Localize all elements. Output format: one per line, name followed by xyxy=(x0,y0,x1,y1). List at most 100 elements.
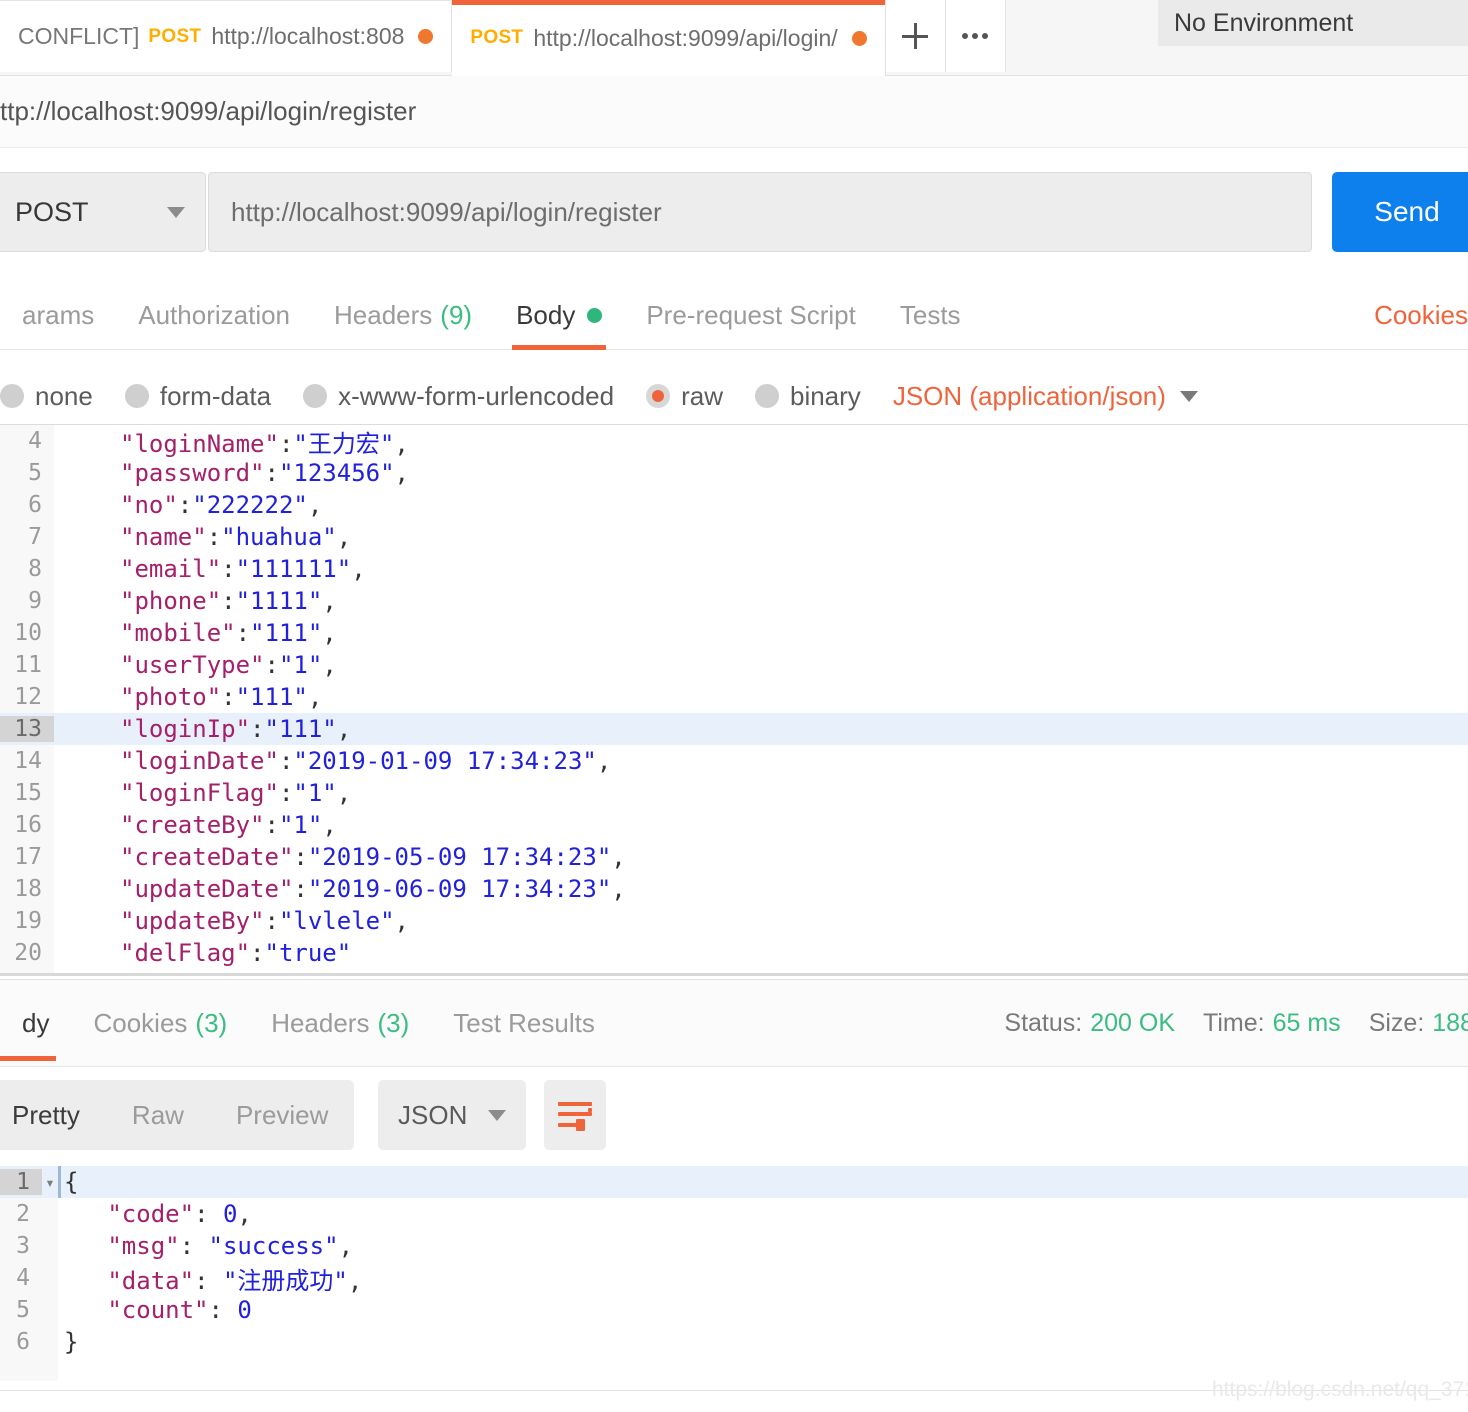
ellipsis-icon xyxy=(962,33,989,39)
request-tab-1-url: http://localhost:808 xyxy=(211,23,405,49)
plus-icon xyxy=(902,23,929,49)
raw-format-label[interactable]: JSON (application/json) xyxy=(893,381,1166,412)
code-text: "updateBy":"lvlele", xyxy=(120,907,409,935)
response-stats: Status: 200 OK Time: 65 ms Size: 188 xyxy=(976,1009,1468,1038)
response-tab-headers[interactable]: Headers (3) xyxy=(249,979,431,1067)
body-type-x-www-form-urlencoded[interactable]: x-www-form-urlencoded xyxy=(303,381,614,412)
response-tab-body-label: dy xyxy=(22,1007,50,1038)
body-type-form-data[interactable]: form-data xyxy=(124,381,271,412)
radio-form-data-icon xyxy=(124,384,149,408)
line-number: 16 xyxy=(14,812,42,838)
request-tab-2[interactable]: POST http://localhost:9099/api/login/ xyxy=(452,0,886,76)
view-mode-raw[interactable]: Raw xyxy=(106,1100,210,1131)
code-text: { xyxy=(64,1168,79,1196)
status-value: 200 OK xyxy=(1090,1008,1176,1037)
size-stat: Size: 188 xyxy=(1369,1009,1468,1038)
code-text: "password":"123456", xyxy=(120,459,409,487)
response-tab-test-results[interactable]: Test Results xyxy=(431,979,617,1067)
line-number: 13 xyxy=(0,716,54,742)
postman-window: CONFLICT] POST http://localhost:808 POST… xyxy=(0,0,1468,1412)
size-value: 188 xyxy=(1432,1008,1468,1037)
cookies-link[interactable]: Cookies xyxy=(1374,300,1468,331)
url-input-value: http://localhost:9099/api/login/register xyxy=(231,196,662,227)
code-text: "loginName":"王力宏", xyxy=(120,429,409,458)
url-input[interactable]: http://localhost:9099/api/login/register xyxy=(208,172,1312,252)
line-number: 10 xyxy=(14,620,42,646)
request-body-editor[interactable]: 4 "loginName":"王力宏", 5 "password":"123456",… xyxy=(0,424,1468,976)
fold-arrow-icon[interactable]: ▾ xyxy=(42,1173,58,1192)
body-type-raw[interactable]: raw xyxy=(646,381,723,412)
line-number: 9 xyxy=(28,588,42,614)
code-line: 6 "no":"222222", xyxy=(0,489,1468,521)
line-number: 11 xyxy=(14,652,42,678)
text-cursor xyxy=(58,1166,61,1198)
tab-pre-request-script[interactable]: Pre-request Script xyxy=(624,282,878,350)
code-text: "name":"huahua", xyxy=(120,523,352,551)
new-tab-button[interactable] xyxy=(885,0,946,72)
line-number: 4 xyxy=(16,1265,30,1291)
code-line: 1 ▾ { xyxy=(0,1166,1468,1198)
tab-tests[interactable]: Tests xyxy=(878,282,983,350)
response-tab-headers-label: Headers xyxy=(271,1007,370,1038)
code-text: "createDate":"2019-05-09 17:34:23", xyxy=(120,843,626,871)
line-number: 1 xyxy=(0,1169,42,1195)
tab-options-button[interactable] xyxy=(945,0,1006,72)
unsaved-dot-icon xyxy=(418,29,434,44)
tab-body[interactable]: Body xyxy=(494,282,624,350)
send-button[interactable]: Send xyxy=(1332,172,1468,252)
code-text: "data": "注册成功", xyxy=(107,1266,363,1295)
environment-label: No Environment xyxy=(1174,8,1354,37)
body-type-raw-label: raw xyxy=(681,380,723,411)
line-number: 14 xyxy=(14,748,42,774)
word-wrap-button[interactable] xyxy=(544,1080,606,1150)
tab-params[interactable]: arams xyxy=(0,282,116,350)
line-number: 18 xyxy=(14,876,42,902)
watermark: https://blog.csdn.net/qq_37119462 xyxy=(1212,1378,1468,1401)
code-text: "phone":"1111", xyxy=(120,587,337,615)
code-text: "mobile":"111", xyxy=(120,619,337,647)
method-selector[interactable]: POST xyxy=(0,172,206,252)
request-tab-2-url: http://localhost:9099/api/login/ xyxy=(533,24,838,51)
method-label: POST xyxy=(15,196,89,227)
line-number: 6 xyxy=(16,1329,30,1355)
tab-pre-request-script-label: Pre-request Script xyxy=(646,300,856,330)
tab-headers-count: (9) xyxy=(440,300,473,330)
view-mode-pretty[interactable]: Pretty xyxy=(0,1100,106,1131)
chevron-down-icon[interactable] xyxy=(1179,390,1198,402)
code-text: } xyxy=(64,1328,79,1356)
view-mode-pretty-label: Pretty xyxy=(12,1099,80,1130)
code-text: "code": 0, xyxy=(107,1200,252,1228)
view-mode-preview[interactable]: Preview xyxy=(210,1100,354,1131)
response-section-tabs: dy Cookies (3) Headers (3) Test Results … xyxy=(0,979,1468,1067)
code-text: "photo":"111", xyxy=(120,683,323,711)
code-line: 19 "updateBy":"lvlele", xyxy=(0,905,1468,937)
response-view-modes: Pretty Raw Preview xyxy=(0,1080,355,1150)
body-type-binary[interactable]: binary xyxy=(754,381,861,412)
response-type-selector[interactable]: JSON xyxy=(378,1080,526,1150)
time-stat: Time: 65 ms xyxy=(1203,1009,1341,1038)
code-line: 17 "createDate":"2019-05-09 17:34:23", xyxy=(0,841,1468,873)
radio-none-icon xyxy=(0,384,24,408)
response-body-editor[interactable]: 1 ▾{2 "code": 0, 3 "msg": "success", 4 "dat… xyxy=(0,1166,1468,1381)
radio-binary-icon xyxy=(754,384,779,408)
request-tab-1-method: POST xyxy=(148,25,202,47)
radio-raw-icon xyxy=(646,384,671,408)
code-line: 3 "msg": "success", xyxy=(0,1230,1468,1262)
environment-selector[interactable]: No Environment xyxy=(1158,0,1468,46)
response-tab-body[interactable]: dy xyxy=(0,979,71,1067)
line-number: 20 xyxy=(14,940,42,966)
line-number: 12 xyxy=(14,684,42,710)
radio-x-www-form-urlencoded-icon xyxy=(303,384,328,408)
body-type-none-label: none xyxy=(35,380,93,411)
tab-params-label: arams xyxy=(22,300,95,330)
tab-headers[interactable]: Headers (9) xyxy=(312,282,494,350)
code-line: 12 "photo":"111", xyxy=(0,681,1468,713)
response-tab-cookies[interactable]: Cookies (3) xyxy=(71,979,249,1067)
url-bar: POST http://localhost:9099/api/login/reg… xyxy=(0,158,1468,268)
line-number: 3 xyxy=(16,1233,30,1259)
tab-authorization[interactable]: Authorization xyxy=(116,282,312,350)
line-number: 19 xyxy=(14,908,42,934)
body-type-none[interactable]: none xyxy=(0,381,93,412)
request-tab-1[interactable]: CONFLICT] POST http://localhost:808 xyxy=(0,0,453,72)
code-text: "createBy":"1", xyxy=(120,811,337,839)
